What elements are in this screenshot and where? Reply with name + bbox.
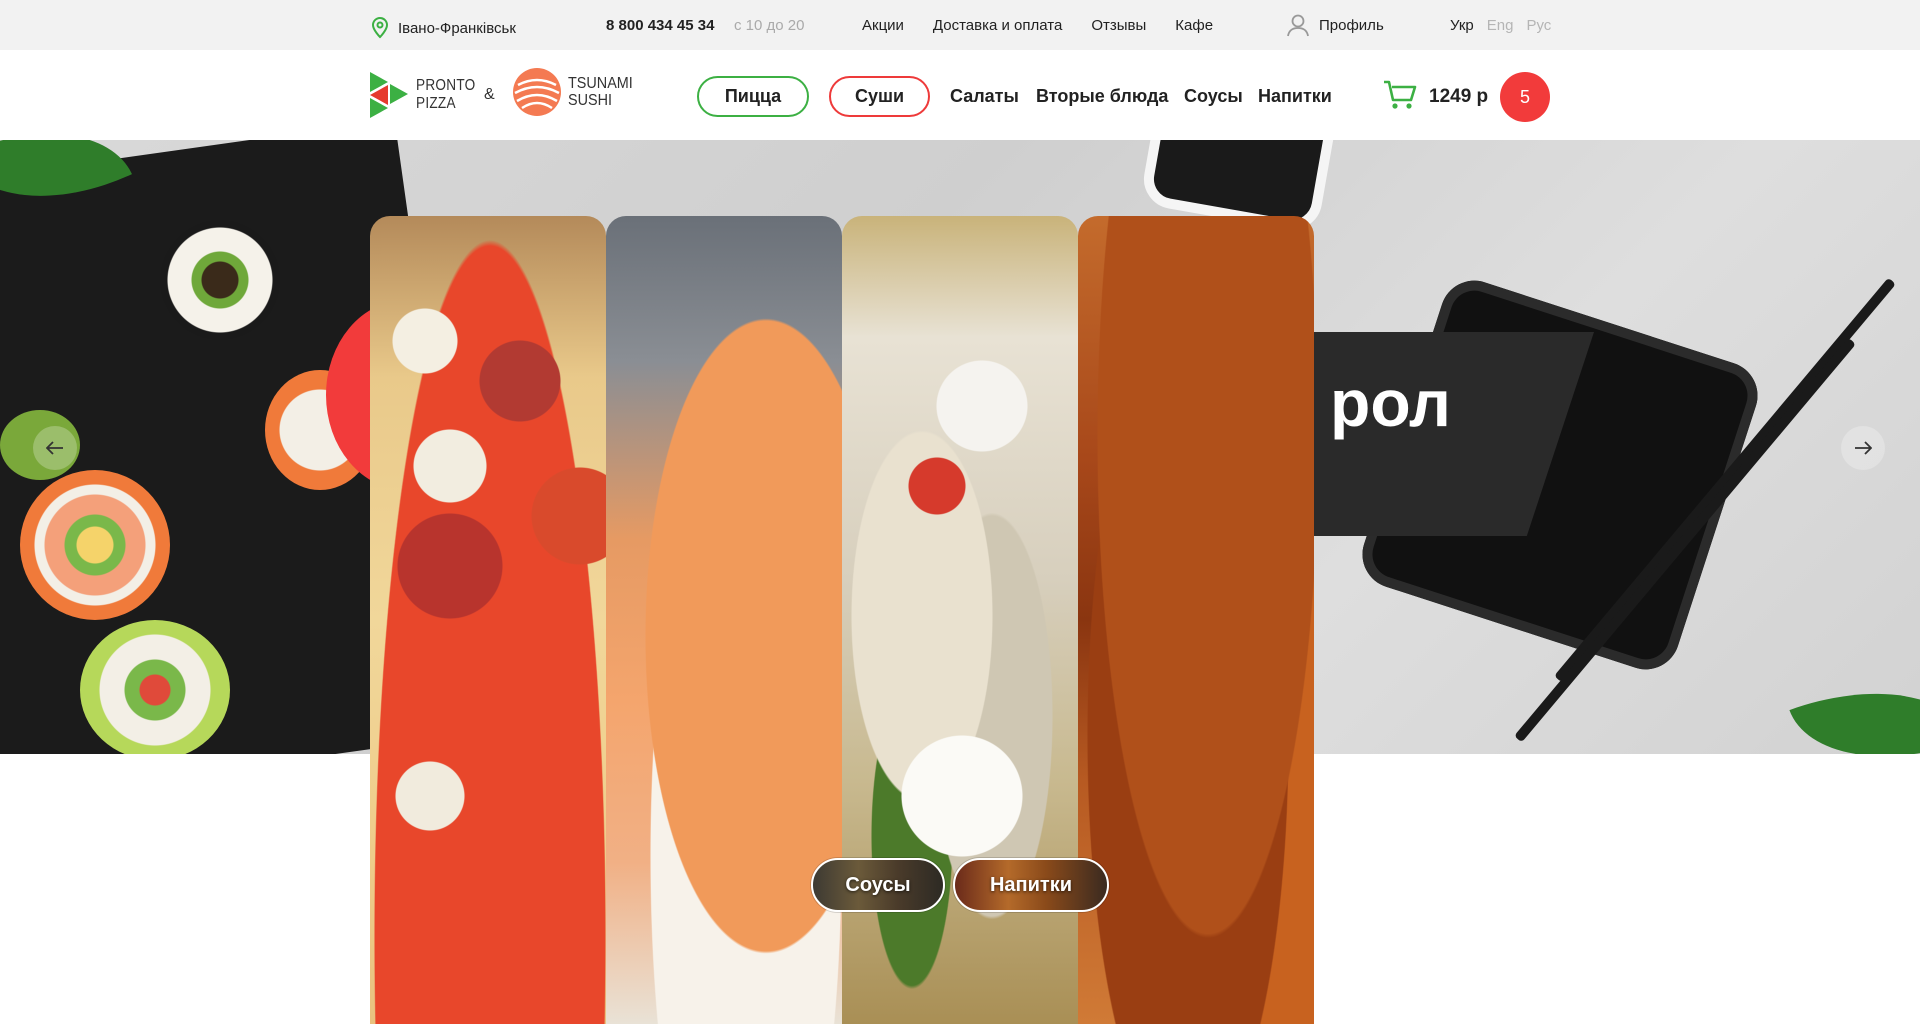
pronto-pizza-logo[interactable]: PRONTO PIZZA [370,72,486,118]
salmon-roll-icon [513,68,561,116]
logo2-line1: TSUNAMI [568,75,633,92]
category-pizza-button[interactable]: Пицца [697,76,809,117]
sushi-roll-image [20,470,170,620]
nav-link-cafe[interactable]: Кафе [1175,17,1213,34]
nav-link-promotions[interactable]: Акции [862,17,904,34]
top-nav: Акции Доставка и оплата Отзывы Кафе [862,17,1242,34]
main-header: PRONTO PIZZA & TSUNAMI SUSHI Пицца Суши … [0,50,1920,140]
slider-prev-button[interactable] [33,426,77,470]
profile-link[interactable]: Профиль [1285,12,1384,38]
category-card-sushi[interactable] [606,216,842,1024]
cart-count-badge[interactable]: 5 [1500,72,1550,122]
cart-icon[interactable] [1383,79,1417,111]
promo-title: рол [1330,366,1451,440]
category-drinks-link[interactable]: Напитки [1258,86,1332,107]
logo-ampersand: & [484,86,495,103]
category-salads-link[interactable]: Салаты [950,86,1019,107]
arrow-left-icon [46,441,63,455]
profile-icon [1287,14,1309,37]
arrow-right-icon [1855,441,1872,455]
chip-sauces-label: Соусы [845,873,911,896]
top-bar: Івано-Франківськ 8 800 434 45 34 с 10 до… [0,0,1920,50]
chip-drinks[interactable]: Напитки [953,858,1109,912]
lang-ukr[interactable]: Укр [1450,17,1474,34]
chip-drinks-label: Напитки [989,873,1073,896]
category-sauces-link[interactable]: Соусы [1184,86,1243,107]
leaf-decoration [1789,655,1920,754]
logo1-line1: PRONTO [416,77,476,94]
category-main-dishes-link[interactable]: Вторые блюда [1036,86,1168,107]
logo1-line2: PIZZA [416,95,456,112]
location-icon [371,17,389,39]
city-selector[interactable]: Івано-Франківськ [370,17,516,39]
city-label: Івано-Франківськ [398,19,516,37]
lang-eng[interactable]: Eng [1487,17,1514,34]
slider-next-button[interactable] [1841,426,1885,470]
sushi-roll-image [160,220,280,340]
tsunami-sushi-logo[interactable]: TSUNAMI SUSHI [512,67,640,117]
lang-rus[interactable]: Рус [1526,17,1551,34]
sushi-roll-image [80,620,230,754]
phone-link[interactable]: 8 800 434 45 34 [606,17,714,34]
category-card-main-dishes[interactable] [1078,216,1314,1024]
nav-link-delivery[interactable]: Доставка и оплата [933,17,1062,34]
logo2-line2: SUSHI [568,92,613,109]
category-sushi-button[interactable]: Суши [829,76,930,117]
profile-label: Профиль [1319,16,1384,34]
category-card-pizza[interactable] [370,216,606,1024]
chip-sauces[interactable]: Соусы [811,858,945,912]
cart-total[interactable]: 1249 р [1429,86,1488,108]
language-switcher: Укр Eng Рус [1450,17,1564,34]
nav-link-reviews[interactable]: Отзывы [1091,17,1146,34]
work-hours: с 10 до 20 [734,17,805,34]
pronto-pizza-logo-icon [370,72,408,118]
